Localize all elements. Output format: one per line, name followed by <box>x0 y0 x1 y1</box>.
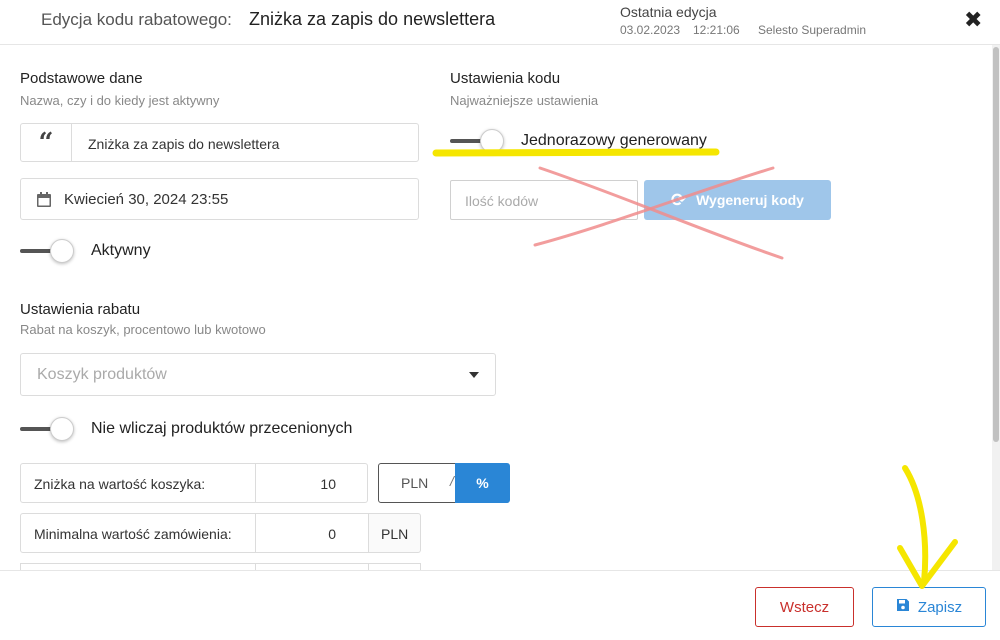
basic-section-title: Podstawowe dane <box>20 70 143 87</box>
caret-down-icon <box>469 372 479 378</box>
exclude-discounted-label: Nie wliczaj produktów przecenionych <box>91 420 353 437</box>
scrollbar[interactable] <box>992 45 1000 570</box>
code-count-placeholder: Ilość kodów <box>465 193 539 209</box>
min-order-unit-cell: PLN <box>368 513 421 553</box>
unit-percent-button[interactable]: % <box>455 463 510 503</box>
exclude-discounted-toggle[interactable] <box>20 417 76 441</box>
name-field[interactable]: “ Zniżka za zapis do newslettera <box>20 123 419 162</box>
cart-discount-input[interactable]: 10 <box>255 463 368 503</box>
single-use-toggle-knob <box>480 129 504 153</box>
save-button[interactable]: Zapisz <box>872 587 986 627</box>
cart-discount-label: Zniżka na wartość koszyka: <box>34 476 206 492</box>
modal-header: Edycja kodu rabatowego: Zniżka za zapis … <box>0 0 1000 45</box>
cart-discount-value: 10 <box>320 476 336 492</box>
scrollbar-thumb[interactable] <box>993 47 999 442</box>
last-edit-user: Selesto Superadmin <box>758 23 867 37</box>
generate-codes-label: Wygeneruj kody <box>696 192 804 208</box>
name-field-value: Zniżka za zapis do newslettera <box>88 136 280 152</box>
single-use-label: Jednorazowy generowany <box>521 132 707 149</box>
quote-icon: “ <box>21 124 72 161</box>
discount-scope-value: Koszyk produktów <box>37 366 167 383</box>
back-button-label: Wstecz <box>779 598 830 616</box>
date-field-value: Kwiecień 30, 2024 23:55 <box>64 191 229 208</box>
date-field[interactable]: Kwiecień 30, 2024 23:55 <box>20 178 419 220</box>
min-order-label: Minimalna wartość zamówienia: <box>34 526 232 542</box>
exclude-toggle-knob <box>50 417 74 441</box>
min-order-label-cell: Minimalna wartość zamówienia: <box>20 513 256 553</box>
arrow-shaft <box>902 465 929 585</box>
code-count-input[interactable]: Ilość kodów <box>450 180 638 220</box>
code-section-subtitle: Najważniejsze ustawienia <box>450 93 599 108</box>
discount-scope-select[interactable]: Koszyk produktów <box>20 353 496 396</box>
min-order-input[interactable]: 0 <box>255 513 369 553</box>
unit-pln-label: PLN <box>401 475 429 491</box>
min-order-unit: PLN <box>381 526 409 542</box>
modal-title-label: Edycja kodu rabatowego: <box>41 10 232 29</box>
save-button-label: Zapisz <box>917 598 963 616</box>
last-edit-time: 12:21:06 <box>693 23 740 37</box>
refresh-icon: ⟳ <box>671 189 687 210</box>
modal-title-name: Zniżka za zapis do newslettera <box>249 9 496 29</box>
calendar-icon <box>37 192 51 212</box>
discount-section-title: Ustawienia rabatu <box>20 301 141 318</box>
floppy-disk-icon <box>896 598 910 616</box>
code-section-title: Ustawienia kodu <box>450 70 561 87</box>
discount-section-subtitle: Rabat na koszyk, procentowo lub kwotowo <box>20 322 266 337</box>
single-use-toggle[interactable] <box>450 129 506 153</box>
unit-pln-button[interactable]: PLN <box>378 463 456 503</box>
unit-percent-label: % <box>476 475 489 491</box>
basic-section-subtitle: Nazwa, czy i do kiedy jest aktywny <box>20 93 220 108</box>
active-label: Aktywny <box>91 242 151 259</box>
unit-separator: / <box>450 473 454 489</box>
active-toggle-knob <box>50 239 74 263</box>
last-edit-date: 03.02.2023 <box>620 23 681 37</box>
min-order-value: 0 <box>328 526 336 542</box>
active-toggle[interactable] <box>20 239 76 263</box>
generate-codes-button[interactable]: ⟳ Wygeneruj kody <box>644 180 831 220</box>
last-edit-label: Ostatnia edycja <box>620 4 717 20</box>
back-button[interactable]: Wstecz <box>755 587 854 627</box>
close-icon[interactable]: ✖ <box>964 7 982 33</box>
cart-discount-label-cell: Zniżka na wartość koszyka: <box>20 463 256 503</box>
